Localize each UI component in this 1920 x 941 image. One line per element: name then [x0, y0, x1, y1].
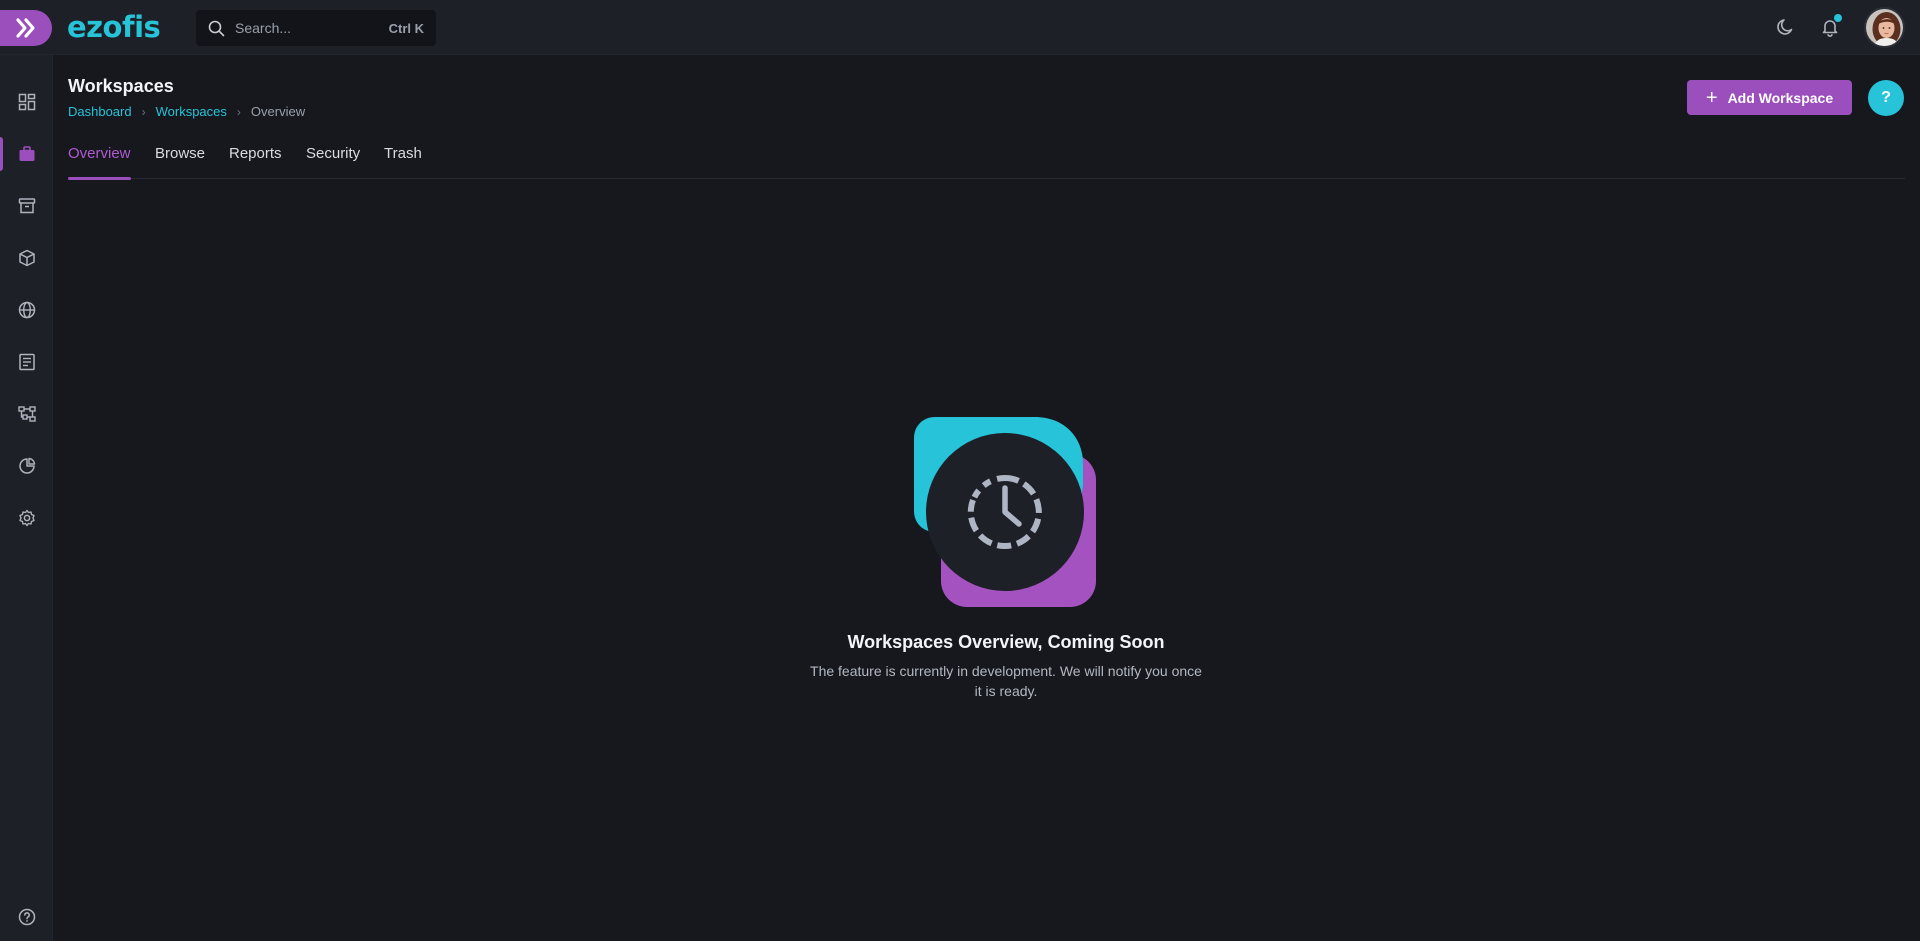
help-center-button[interactable] [14, 904, 40, 930]
tab-browse[interactable]: Browse [155, 143, 205, 179]
sidebar-item-portals[interactable] [0, 290, 53, 330]
breadcrumb: Dashboard › Workspaces › Overview [68, 104, 305, 119]
app-root: ezofis Search... Ctrl K Workspaces Dashb… [0, 0, 1920, 941]
document-list-icon [18, 353, 35, 371]
avatar-image [1866, 9, 1903, 46]
sidebar-item-archive[interactable] [0, 186, 53, 226]
settings-gear-icon [18, 509, 35, 527]
empty-state-illustration [913, 416, 1098, 609]
pie-chart-icon [18, 457, 35, 474]
search-placeholder: Search... [235, 20, 292, 36]
search-input[interactable]: Search... Ctrl K [196, 10, 436, 46]
help-circle-icon [18, 908, 36, 926]
theme-toggle-button[interactable] [1773, 14, 1799, 40]
plus-icon: + [1705, 86, 1718, 109]
globe-icon [18, 301, 35, 319]
cube-icon [18, 249, 35, 267]
breadcrumb-dashboard[interactable]: Dashboard [68, 104, 132, 119]
tab-reports[interactable]: Reports [229, 143, 282, 179]
sidebar-toggle-button[interactable] [0, 10, 52, 46]
breadcrumb-overview: Overview [250, 104, 306, 119]
search-shortcut-hint: Ctrl K [388, 20, 424, 36]
add-workspace-button[interactable]: + Add Workspace [1687, 80, 1852, 115]
app-logo[interactable]: ezofis [67, 8, 161, 46]
breadcrumb-workspaces[interactable]: Workspaces [156, 104, 227, 119]
sidebar-item-packages[interactable] [0, 238, 53, 278]
briefcase-icon [19, 146, 34, 161]
notifications-button[interactable] [1817, 14, 1843, 40]
sidebar-item-forms[interactable] [0, 342, 53, 382]
notification-dot [1834, 14, 1842, 22]
sidebar-item-dashboard[interactable] [0, 82, 53, 122]
sidebar-item-workflows[interactable] [0, 394, 53, 434]
tab-security[interactable]: Security [306, 143, 360, 179]
moon-icon [1777, 19, 1793, 35]
sidebar-item-settings[interactable] [0, 498, 53, 538]
archive-box-icon [18, 198, 35, 214]
empty-state-description: The feature is currently in development.… [810, 663, 1202, 699]
user-avatar[interactable] [1864, 7, 1905, 48]
help-button[interactable]: ? [1868, 80, 1904, 116]
side-navigation [0, 55, 53, 941]
empty-state-title: Workspaces Overview, Coming Soon [847, 632, 1165, 652]
chevron-right-icon: › [141, 104, 146, 119]
tab-trash[interactable]: Trash [384, 143, 422, 179]
workflow-icon [17, 406, 36, 422]
sidebar-item-reports[interactable] [0, 446, 53, 486]
add-workspace-label: Add Workspace [1727, 89, 1834, 106]
double-chevron-right-icon [16, 18, 35, 38]
sidebar-item-workspaces[interactable] [0, 134, 53, 174]
chevron-right-icon: › [236, 104, 241, 119]
search-icon [208, 20, 225, 36]
tab-overview[interactable]: Overview [68, 143, 131, 180]
tab-bar: Overview Browse Reports Security Trash [68, 143, 1905, 180]
dashboard-icon [18, 93, 35, 111]
top-bar: ezofis Search... Ctrl K [0, 0, 1920, 55]
page-title: Workspaces [68, 76, 174, 96]
